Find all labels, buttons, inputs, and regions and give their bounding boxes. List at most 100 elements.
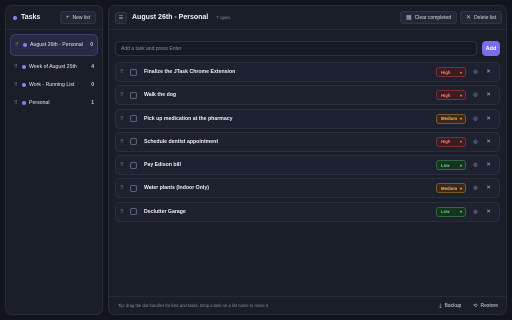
delete-task-icon[interactable]: ✕ <box>484 91 493 100</box>
delete-task-icon[interactable]: ✕ <box>484 68 493 77</box>
delete-task-icon[interactable]: ✕ <box>484 207 493 216</box>
priority-select[interactable]: Low ▾ <box>436 160 466 171</box>
clear-completed-button[interactable]: ▦ Clear completed <box>399 11 458 24</box>
timer-icon[interactable]: ◎ <box>471 137 480 146</box>
timer-icon[interactable]: ◎ <box>471 91 480 100</box>
download-icon: ⤓ <box>439 302 442 309</box>
priority-value: High <box>441 69 451 75</box>
priority-select[interactable]: High ▾ <box>436 67 466 77</box>
chevron-down-icon: ▾ <box>459 185 462 191</box>
main-panel: ☰ August 26th - Personal 7 open ▦ Clear … <box>108 5 507 315</box>
close-icon: ✕ <box>466 15 472 21</box>
chevron-down-icon: ▾ <box>459 139 462 145</box>
drag-handle-icon[interactable]: ⠿ <box>120 116 127 122</box>
chevron-down-icon: ▾ <box>459 116 462 122</box>
main-header: ☰ August 26th - Personal 7 open ▦ Clear … <box>109 6 506 30</box>
drag-handle-icon[interactable]: ⠿ <box>14 64 21 70</box>
timer-icon[interactable]: ◎ <box>471 161 480 170</box>
sidebar-list-item[interactable]: ⠿ Personal 1 <box>10 96 98 110</box>
task-row: ⠿ Walk the dog High ▾ ◎ ✕ <box>115 85 500 106</box>
drag-handle-icon[interactable]: ⠿ <box>120 162 127 168</box>
add-task-button[interactable]: Add <box>482 41 500 56</box>
task-row: ⠿ Declutter Garage Low ▾ ◎ ✕ <box>115 201 500 222</box>
restore-label: Restore <box>480 302 498 309</box>
task-title: Declutter Garage <box>144 208 186 215</box>
list-name: Personal <box>29 99 50 106</box>
priority-value: Medium <box>441 185 458 191</box>
open-count-badge: 7 open <box>216 15 230 20</box>
drag-handle-icon[interactable]: ⠿ <box>120 139 127 145</box>
sidebar-title-text: Tasks <box>21 14 41 21</box>
priority-select[interactable]: Low ▾ <box>436 206 466 217</box>
timer-icon[interactable]: ◎ <box>471 207 480 216</box>
task-row: ⠿ Finalize the JTask Chrome Extension High… <box>115 62 500 82</box>
delete-task-icon[interactable]: ✕ <box>484 114 493 123</box>
list-color-dot <box>23 43 27 47</box>
task-row: ⠿ Pick up medication at the pharmacy Mediu… <box>115 108 500 129</box>
delete-task-icon[interactable]: ✕ <box>484 161 493 170</box>
priority-value: High <box>441 139 451 145</box>
task-checkbox[interactable] <box>130 184 137 192</box>
sidebar-header: Tasks + New list <box>6 6 102 30</box>
drag-handle-icon[interactable]: ⠿ <box>14 82 21 88</box>
delete-list-label: Delete list <box>474 14 496 21</box>
add-task-input[interactable] <box>115 41 477 56</box>
task-list: ⠿ Finalize the JTask Chrome Extension High… <box>109 56 506 222</box>
list-color-dot <box>22 101 26 105</box>
task-checkbox[interactable] <box>130 91 137 99</box>
task-row: ⠿ Schedule dentist appointment High ▾ ◎ ✕ <box>115 131 500 152</box>
priority-select[interactable]: High ▾ <box>436 90 466 101</box>
restore-icon: ⟲ <box>473 302 478 309</box>
drag-handle-icon[interactable]: ⠿ <box>120 92 127 98</box>
task-checkbox[interactable] <box>130 161 137 169</box>
clear-completed-label: Clear completed <box>414 14 452 21</box>
drag-handle-icon[interactable]: ⠿ <box>120 209 127 215</box>
chevron-down-icon: ▾ <box>459 69 462 75</box>
timer-icon[interactable]: ◎ <box>471 184 480 193</box>
task-checkbox[interactable] <box>130 115 137 123</box>
task-title: Schedule dentist appointment <box>144 138 219 145</box>
list-name: Week of August 25th <box>29 63 77 70</box>
list-count: 1 <box>91 100 94 106</box>
menu-icon[interactable]: ☰ <box>115 11 127 24</box>
list-color-dot <box>22 83 26 87</box>
task-row: ⠿ Pay Edison bill Low ▾ ◎ ✕ <box>115 155 500 176</box>
list-container: ⠿ August 26th - Personal 0 ⠿ Week of August … <box>6 34 102 110</box>
drag-handle-icon[interactable]: ⠿ <box>120 185 127 191</box>
backup-button[interactable]: ⤓ Backup <box>435 300 465 312</box>
footer-tip: Tip: drag the dot handles for lists and … <box>118 303 270 308</box>
list-count: 0 <box>91 82 94 88</box>
task-title: Pay Edison bill <box>144 162 181 169</box>
sidebar-list-item[interactable]: ⠿ Week of August 25th 4 <box>10 60 98 74</box>
delete-list-button[interactable]: ✕ Delete list <box>460 11 502 24</box>
sidebar-list-item[interactable]: ⠿ August 26th - Personal 0 <box>10 34 98 56</box>
drag-handle-icon[interactable]: ⠿ <box>14 100 21 106</box>
list-count: 0 <box>90 42 93 48</box>
sidebar-title: Tasks <box>13 14 40 21</box>
priority-select[interactable]: High ▾ <box>436 136 466 147</box>
task-title: Water plants (Indoor Only) <box>144 185 209 192</box>
delete-task-icon[interactable]: ✕ <box>484 184 493 193</box>
timer-icon[interactable]: ◎ <box>471 68 480 77</box>
timer-icon[interactable]: ◎ <box>471 114 480 123</box>
brand-dot-icon <box>13 15 17 20</box>
priority-select[interactable]: Medium ▾ <box>436 183 466 194</box>
priority-select[interactable]: Medium ▾ <box>436 113 466 124</box>
task-row: ⠿ Water plants (Indoor Only) Medium ▾ ◎ ✕ <box>115 178 500 199</box>
priority-value: Low <box>441 162 450 168</box>
sidebar-list-item[interactable]: ⠿ Work - Running List 0 <box>10 78 98 92</box>
task-checkbox[interactable] <box>130 68 137 76</box>
restore-button[interactable]: ⟲ Restore <box>469 300 502 312</box>
clear-icon: ▦ <box>405 15 412 21</box>
footer: Tip: drag the dot handles for lists and … <box>109 296 506 314</box>
chevron-down-icon: ▾ <box>459 162 462 168</box>
task-checkbox[interactable] <box>130 138 137 146</box>
drag-handle-icon[interactable]: ⠿ <box>120 69 127 75</box>
new-list-button[interactable]: + New list <box>59 11 96 24</box>
delete-task-icon[interactable]: ✕ <box>484 137 493 146</box>
priority-value: Medium <box>441 116 458 122</box>
drag-handle-icon[interactable]: ⠿ <box>15 42 22 48</box>
backup-label: Backup <box>444 302 462 309</box>
list-name: August 26th - Personal <box>30 41 83 48</box>
task-checkbox[interactable] <box>130 208 137 216</box>
